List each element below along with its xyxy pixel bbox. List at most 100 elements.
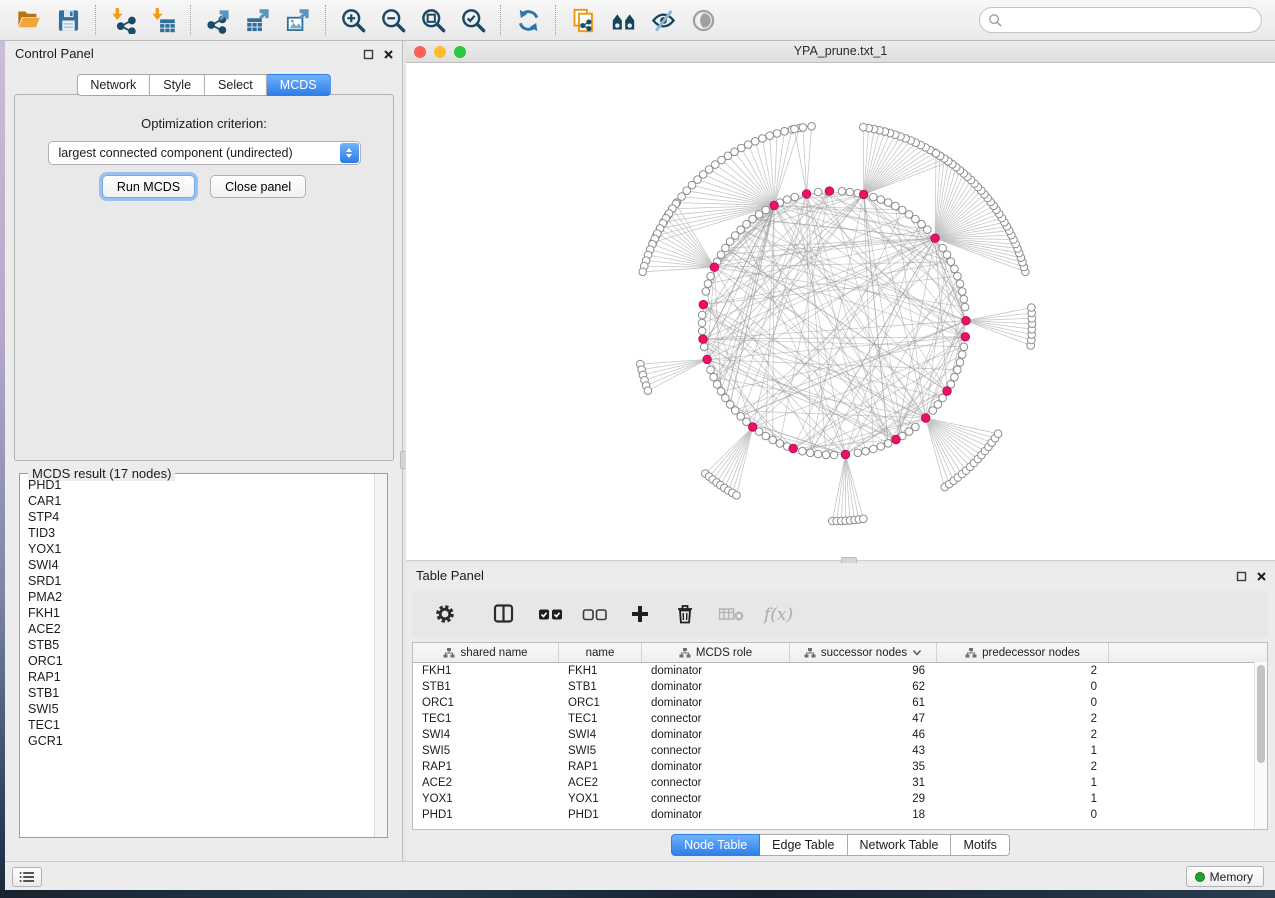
mcds-result-item[interactable]: STB5: [28, 637, 375, 653]
first-neighbors-button[interactable]: [603, 3, 643, 37]
memory-button[interactable]: Memory: [1186, 866, 1264, 887]
close-panel-icon[interactable]: [383, 49, 394, 60]
table-row[interactable]: STB1STB1dominator620: [413, 679, 1267, 695]
column-header-MCDS-role[interactable]: MCDS role: [642, 643, 790, 662]
save-session-button[interactable]: [48, 3, 88, 37]
save-session-icon: [55, 7, 82, 34]
table-cell: 46: [790, 729, 937, 741]
new-network-from-selection-button[interactable]: [563, 3, 603, 37]
mcds-result-item[interactable]: ACE2: [28, 621, 375, 637]
refresh-layout-button[interactable]: [508, 3, 548, 37]
mcds-result-item[interactable]: FKH1: [28, 605, 375, 621]
float-panel-icon[interactable]: [1236, 571, 1247, 582]
mcds-result-item[interactable]: YOX1: [28, 541, 375, 557]
tab-motifs[interactable]: Motifs: [951, 834, 1009, 856]
column-header-predecessor-nodes[interactable]: predecessor nodes: [937, 643, 1109, 662]
table-row[interactable]: SWI4SWI4dominator462: [413, 727, 1267, 743]
network-window-title: YPA_prune.txt_1: [794, 44, 888, 58]
mcds-result-item[interactable]: STB1: [28, 685, 375, 701]
deselect-all-button[interactable]: [582, 605, 608, 623]
table-scrollbar[interactable]: [1254, 662, 1267, 829]
window-close-button[interactable]: [414, 46, 426, 58]
show-columns-button[interactable]: [492, 602, 516, 626]
network-graph[interactable]: [406, 62, 1273, 559]
mcds-result-scrollbar[interactable]: [374, 474, 387, 837]
table-row[interactable]: YOX1YOX1connector291: [413, 791, 1267, 807]
tab-network[interactable]: Network: [76, 74, 150, 96]
mcds-result-item[interactable]: PMA2: [28, 589, 375, 605]
table-row[interactable]: FKH1FKH1dominator962: [413, 663, 1267, 679]
import-network-icon: [110, 7, 137, 34]
import-table-button[interactable]: [143, 3, 183, 37]
table-row[interactable]: RAP1RAP1dominator352: [413, 759, 1267, 775]
mcds-result-item[interactable]: SWI5: [28, 701, 375, 717]
mcds-result-item[interactable]: ORC1: [28, 653, 375, 669]
mcds-result-list[interactable]: PHD1CAR1STP4TID3YOX1SWI4SRD1PMA2FKH1ACE2…: [20, 477, 375, 837]
mcds-result-item[interactable]: PHD1: [28, 477, 375, 493]
add-column-button[interactable]: [630, 604, 650, 624]
mcds-result-item[interactable]: TID3: [28, 525, 375, 541]
float-panel-icon[interactable]: [363, 49, 374, 60]
mcds-result-item[interactable]: RAP1: [28, 669, 375, 685]
mcds-result-item[interactable]: CAR1: [28, 493, 375, 509]
table-cell: FKH1: [413, 665, 559, 677]
show-graphics-details-button[interactable]: [683, 3, 723, 37]
mcds-result-item[interactable]: SWI4: [28, 557, 375, 573]
table-cell: ACE2: [413, 777, 559, 789]
tab-network-table[interactable]: Network Table: [848, 834, 952, 856]
delete-button[interactable]: [674, 603, 696, 625]
table-settings-button[interactable]: [434, 603, 456, 625]
zoom-selected-button[interactable]: [453, 3, 493, 37]
tab-mcds[interactable]: MCDS: [267, 74, 331, 96]
select-all-button[interactable]: [538, 605, 564, 623]
table-row[interactable]: ORC1ORC1dominator610: [413, 695, 1267, 711]
table-row[interactable]: TEC1TEC1connector472: [413, 711, 1267, 727]
table-cell: dominator: [642, 809, 790, 821]
mcds-result-item[interactable]: STP4: [28, 509, 375, 525]
table-panel-header: Table Panel: [406, 563, 1275, 589]
column-header-successor-nodes[interactable]: successor nodes: [790, 643, 937, 662]
run-mcds-button[interactable]: Run MCDS: [102, 175, 195, 198]
table-cell: STB1: [559, 681, 642, 693]
export-network-button[interactable]: [198, 3, 238, 37]
table-cell: SWI5: [413, 745, 559, 757]
mcds-result-item[interactable]: GCR1: [28, 733, 375, 749]
optimization-criterion-select[interactable]: largest connected component (undirected): [48, 141, 361, 165]
zoom-in-icon: [340, 7, 367, 34]
delete-table-button[interactable]: [718, 605, 746, 623]
mcds-result-item[interactable]: SRD1: [28, 573, 375, 589]
zoom-fit-button[interactable]: [413, 3, 453, 37]
hide-selected-icon: [650, 7, 677, 34]
table-cell: 35: [790, 761, 937, 773]
network-canvas[interactable]: [406, 62, 1275, 559]
zoom-out-button[interactable]: [373, 3, 413, 37]
tab-style[interactable]: Style: [150, 74, 205, 96]
window-zoom-button[interactable]: [454, 46, 466, 58]
column-header-name[interactable]: name: [559, 643, 642, 662]
tab-node-table[interactable]: Node Table: [671, 834, 760, 856]
search-input[interactable]: [979, 7, 1262, 33]
status-bar: Memory: [0, 861, 1275, 890]
tab-select[interactable]: Select: [205, 74, 267, 96]
window-minimize-button[interactable]: [434, 46, 446, 58]
network-window-titlebar[interactable]: YPA_prune.txt_1: [406, 41, 1275, 63]
column-header-shared-name[interactable]: shared name: [413, 643, 559, 662]
zoom-in-button[interactable]: [333, 3, 373, 37]
hide-selected-button[interactable]: [643, 3, 683, 37]
tab-edge-table[interactable]: Edge Table: [760, 834, 847, 856]
table-scrollbar-thumb[interactable]: [1257, 665, 1265, 763]
export-table-button[interactable]: [238, 3, 278, 37]
table-row[interactable]: SWI5SWI5connector431: [413, 743, 1267, 759]
open-file-button[interactable]: [8, 3, 48, 37]
close-panel-button[interactable]: Close panel: [210, 175, 306, 198]
task-history-button[interactable]: [12, 867, 42, 887]
mcds-result-item[interactable]: TEC1: [28, 717, 375, 733]
table-row[interactable]: PHD1PHD1dominator180: [413, 807, 1267, 823]
table-cell: SWI4: [413, 729, 559, 741]
table-row[interactable]: ACE2ACE2connector311: [413, 775, 1267, 791]
export-image-button[interactable]: [278, 3, 318, 37]
close-panel-icon[interactable]: [1256, 571, 1267, 582]
gear-icon: [434, 603, 456, 625]
import-network-button[interactable]: [103, 3, 143, 37]
function-builder-button[interactable]: f(x): [762, 602, 802, 626]
